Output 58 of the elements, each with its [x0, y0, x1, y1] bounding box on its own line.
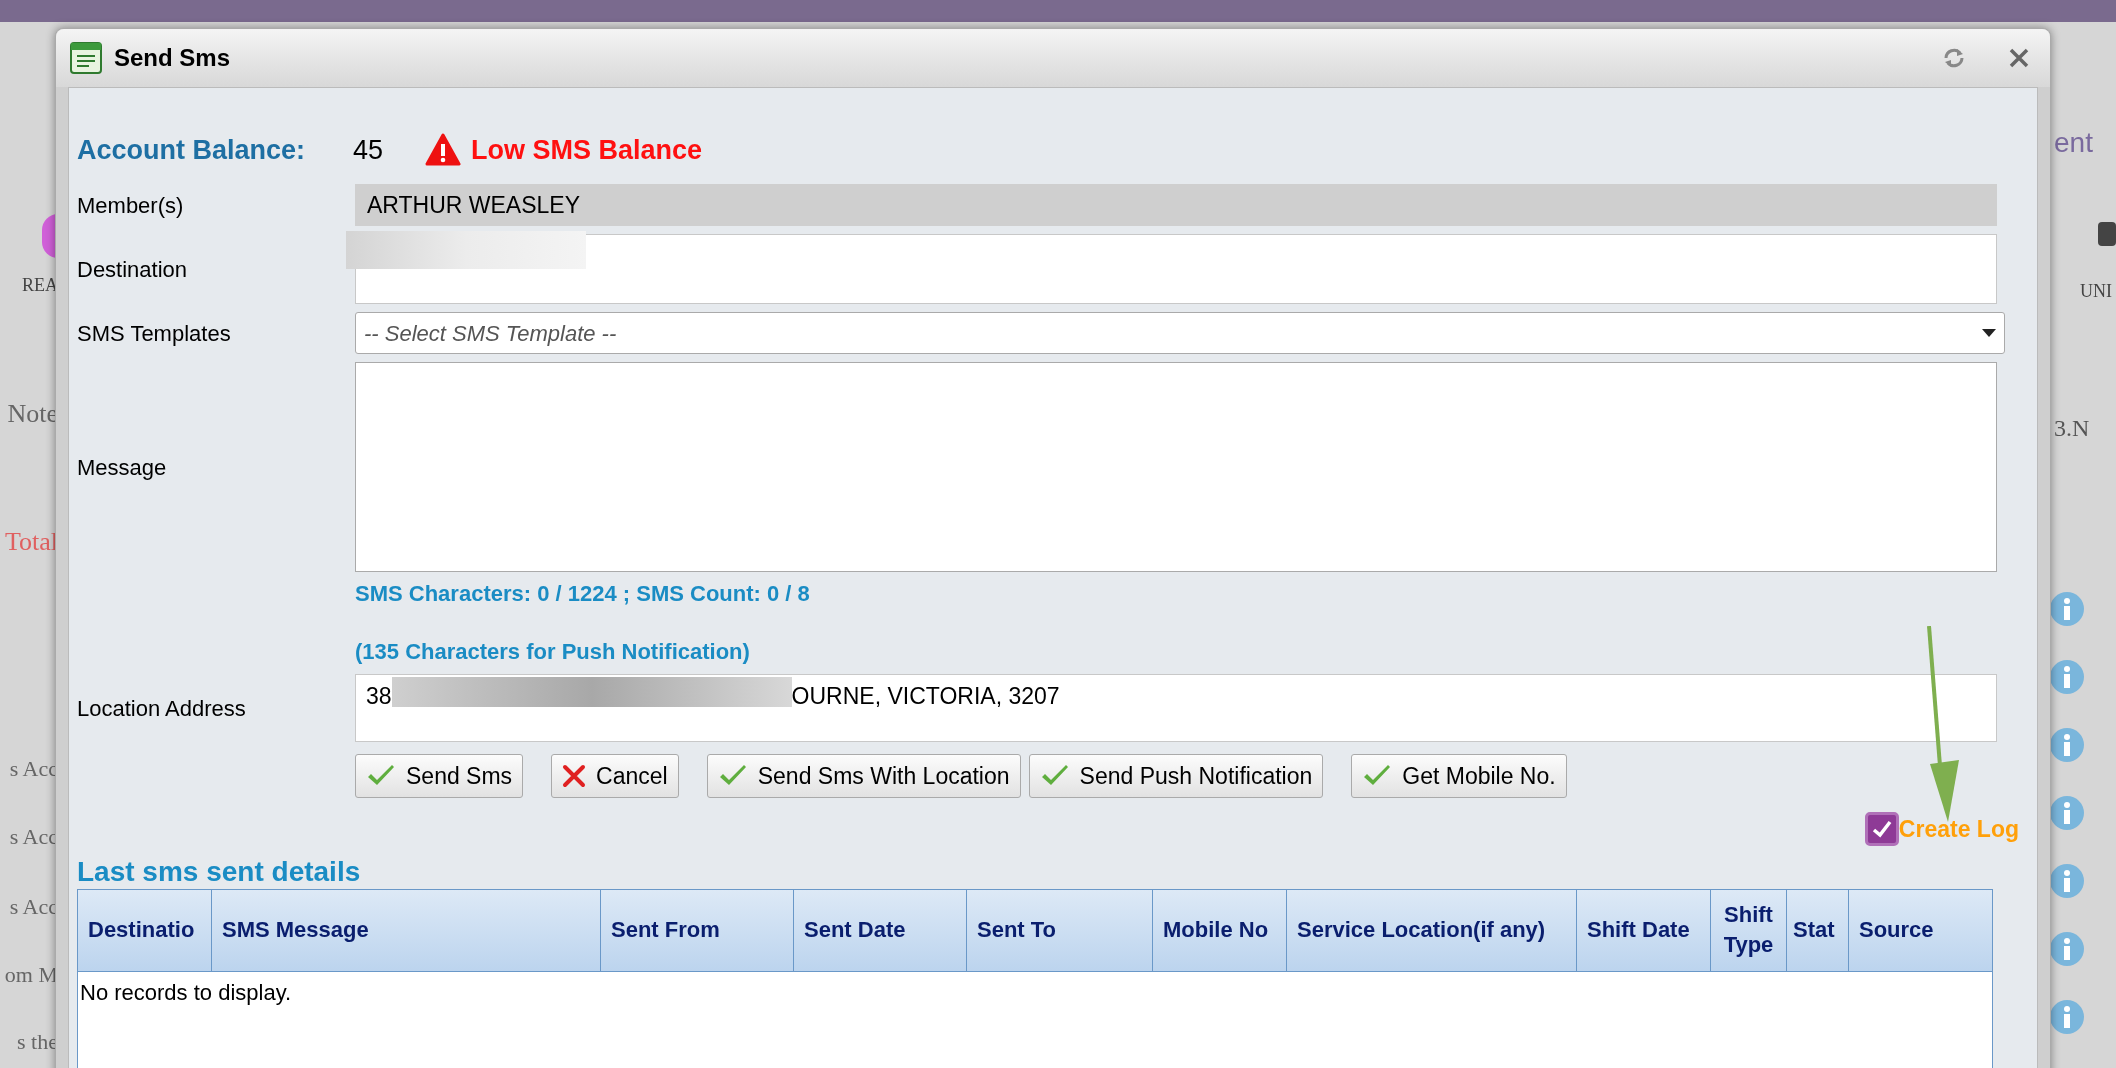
column-header[interactable]: Shift Type [1711, 889, 1787, 971]
info-icon [2050, 932, 2084, 966]
low-balance-warning: Low SMS Balance [471, 133, 703, 167]
check-icon [1362, 764, 1393, 788]
column-header[interactable]: SMS Message [212, 889, 601, 971]
column-header[interactable]: Shift Date [1577, 889, 1711, 971]
info-icon [2050, 796, 2084, 830]
column-header[interactable]: Mobile No [1153, 889, 1287, 971]
check-icon [366, 764, 396, 788]
info-icon [2050, 864, 2084, 898]
create-log-label: Create Log [1898, 815, 2019, 844]
info-icon [2050, 592, 2084, 626]
background-text: Note [7, 398, 58, 430]
warning-icon [425, 133, 461, 167]
background-button-text: UNI [2080, 280, 2112, 303]
action-button[interactable]: Send Sms [355, 754, 524, 798]
message-field[interactable] [355, 362, 1997, 572]
column-header[interactable]: Sent To [967, 889, 1153, 971]
field-label: Destination [77, 255, 189, 284]
field-label: Member(s) [77, 191, 185, 220]
action-button[interactable]: Send Sms With Location [706, 754, 1021, 798]
balance-value: 45 [353, 133, 385, 167]
info-icon [2050, 728, 2084, 762]
sms-counter: SMS Characters: 0 / 1224 ; SMS Count: 0 / 8 [355, 580, 811, 608]
column-header[interactable]: Destinatio [78, 889, 212, 971]
background-heading: ent [2054, 126, 2093, 160]
cancel-button[interactable]: Cancel [551, 754, 679, 798]
push-note: (135 Characters for Push Notification) [355, 638, 751, 666]
close-icon [562, 764, 587, 788]
column-header[interactable]: Service Location(if any) [1287, 889, 1577, 971]
toolbar-icon [2098, 222, 2116, 246]
caret-icon [1982, 329, 1996, 337]
column-header: 3.N [2054, 414, 2090, 443]
column-header[interactable]: Sent From [601, 889, 794, 971]
action-button[interactable]: Send Push Notification [1028, 754, 1324, 798]
location-field[interactable]: 38 OURNE, VICTORIA, 3207 [355, 674, 1997, 742]
check-icon [1871, 820, 1892, 839]
window-title: Send Sms [114, 43, 231, 73]
empty-message: No records to display. [79, 978, 293, 1007]
action-button[interactable]: Get Mobile No. [1351, 754, 1567, 798]
members-field: ARTHUR WEASLEY [355, 184, 1997, 226]
window-icon [70, 42, 102, 74]
refresh-icon[interactable] [1942, 46, 1966, 70]
section-title: Last sms sent details [77, 854, 362, 889]
info-icon [2050, 1000, 2084, 1034]
background-text: REA [22, 274, 58, 297]
info-icon [2050, 660, 2084, 694]
close-icon[interactable] [2008, 47, 2030, 69]
column-header[interactable]: Stat [1787, 889, 1849, 971]
field-label: Location Address [77, 694, 247, 723]
field-label: SMS Templates [77, 319, 232, 348]
create-log-checkbox[interactable] [1864, 812, 1899, 847]
background-text: Total [4, 526, 58, 558]
template-select[interactable]: -- Select SMS Template -- [355, 312, 2005, 354]
column-header[interactable]: Sent Date [794, 889, 967, 971]
balance-label: Account Balance: [77, 133, 307, 167]
field-label: Message [77, 453, 168, 482]
column-header[interactable]: Source [1849, 889, 1994, 971]
